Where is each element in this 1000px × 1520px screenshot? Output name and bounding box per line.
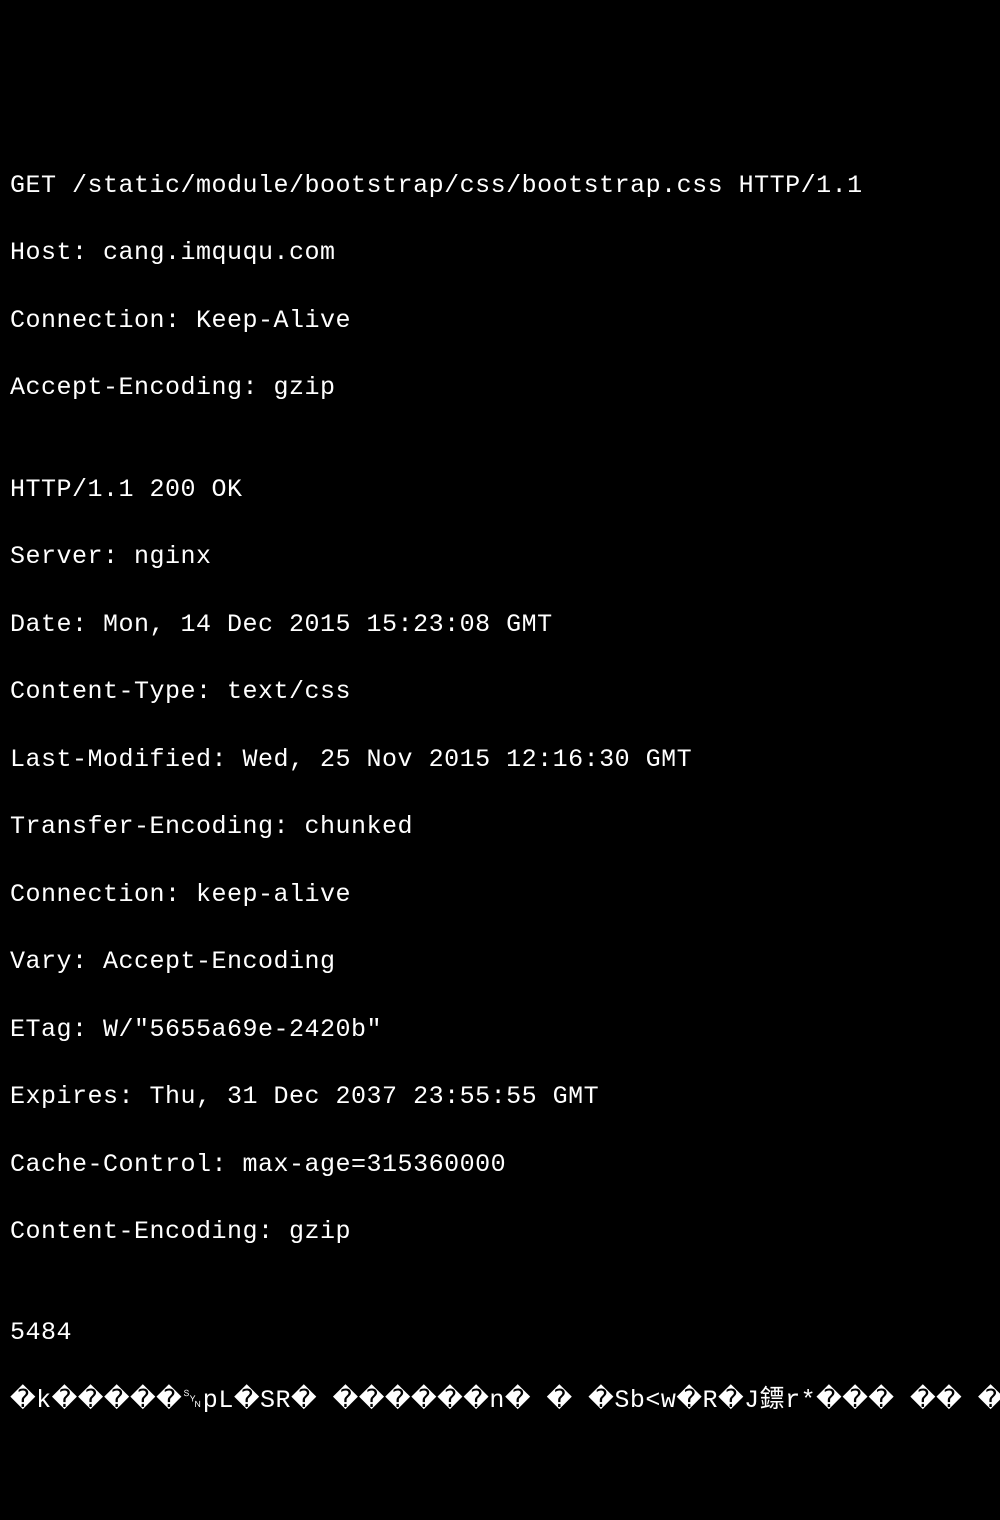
http-request-header: Accept-Encoding: gzip xyxy=(10,371,990,405)
http-response-header: Content-Encoding: gzip xyxy=(10,1215,990,1249)
http-request-header: Connection: Keep-Alive xyxy=(10,304,990,338)
http-request-header: Host: cang.imququ.com xyxy=(10,236,990,270)
terminal-output: GET /static/module/bootstrap/css/bootstr… xyxy=(10,135,990,1451)
binary-data: �k�����␖pL�SR� ������n� � �Sb<w�R�J鏢r*��… xyxy=(10,1384,990,1418)
http-response-header: Vary: Accept-Encoding xyxy=(10,945,990,979)
http-response-header: ETag: W/"5655a69e-2420b" xyxy=(10,1013,990,1047)
http-response-header: Cache-Control: max-age=315360000 xyxy=(10,1148,990,1182)
http-response-header: Connection: keep-alive xyxy=(10,878,990,912)
http-response-header: Last-Modified: Wed, 25 Nov 2015 12:16:30… xyxy=(10,743,990,777)
http-response-header: Server: nginx xyxy=(10,540,990,574)
http-response-header: Date: Mon, 14 Dec 2015 15:23:08 GMT xyxy=(10,608,990,642)
http-response-header: Content-Type: text/css xyxy=(10,675,990,709)
http-response-header: Transfer-Encoding: chunked xyxy=(10,810,990,844)
http-request-line: GET /static/module/bootstrap/css/bootstr… xyxy=(10,169,990,203)
chunk-size: 5484 xyxy=(10,1316,990,1350)
http-response-status: HTTP/1.1 200 OK xyxy=(10,473,990,507)
http-response-header: Expires: Thu, 31 Dec 2037 23:55:55 GMT xyxy=(10,1080,990,1114)
